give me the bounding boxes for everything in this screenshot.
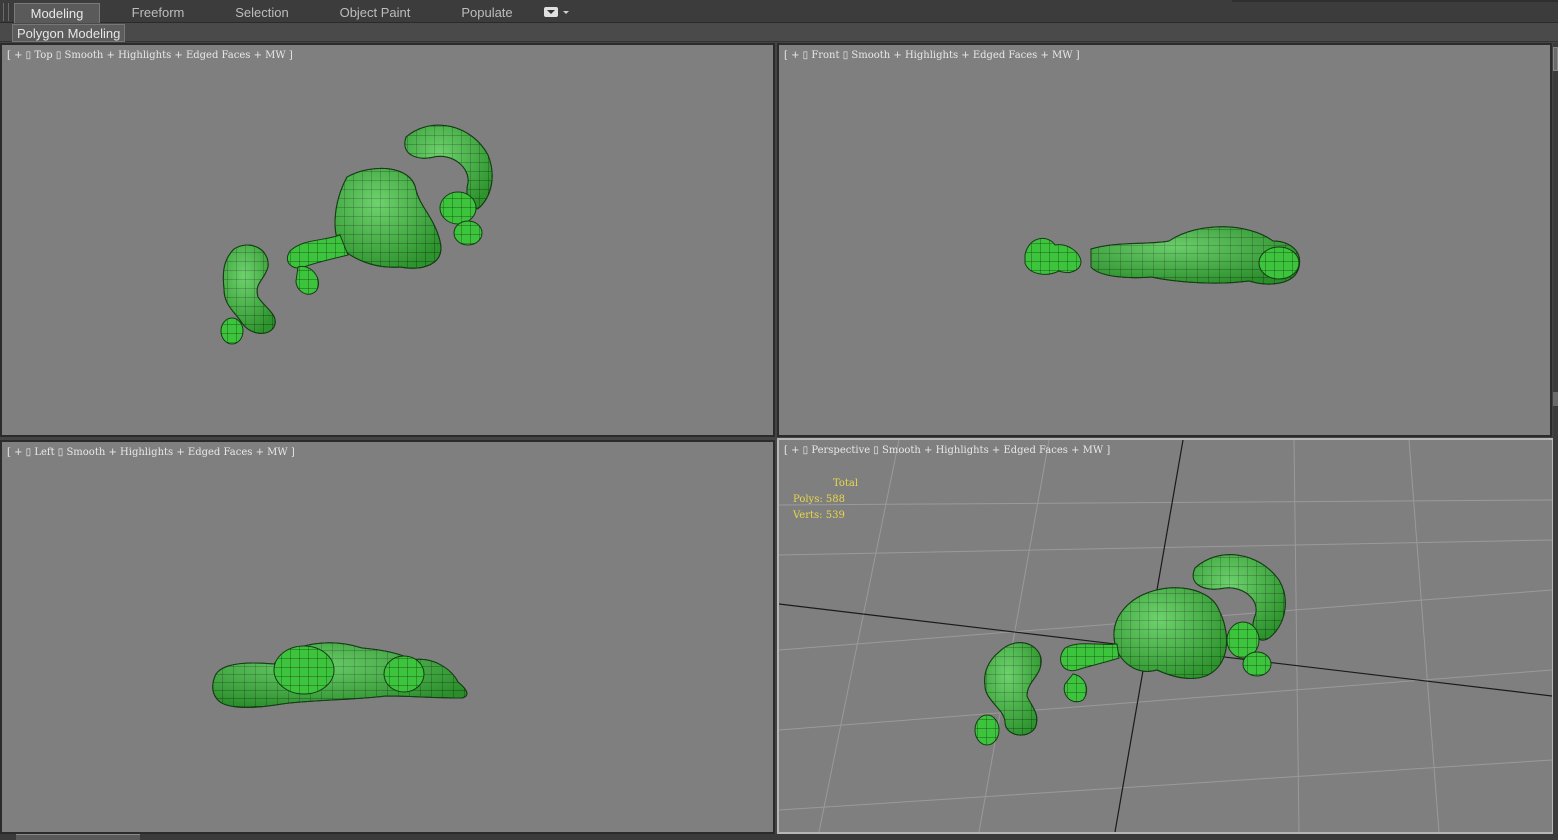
- mesh-front-view: [1024, 226, 1301, 285]
- tab-selection[interactable]: Selection: [222, 3, 302, 23]
- polys-count: 588: [825, 494, 845, 505]
- mesh-perspective: [974, 554, 1286, 746]
- ribbon-panel: Polygon Modeling: [0, 23, 1558, 42]
- tab-object-paint[interactable]: Object Paint: [330, 3, 420, 23]
- viewport-top[interactable]: [ + ▯ Top ▯ Smooth + Highlights + Edged …: [0, 43, 775, 437]
- right-edge-panel: [1553, 43, 1558, 840]
- verts-label: Verts:: [793, 510, 823, 521]
- viewport-front[interactable]: [ + ▯ Front ▯ Smooth + Highlights + Edge…: [777, 43, 1552, 437]
- mesh-left-view: [212, 642, 468, 708]
- tab-populate[interactable]: Populate: [450, 3, 524, 23]
- ribbon-tab-bar: Modeling Freeform Selection Object Paint…: [0, 0, 1558, 23]
- viewport-scroll-handle[interactable]: [1553, 47, 1558, 71]
- stats-header: Total: [833, 478, 859, 489]
- perspective-scene: [779, 440, 1552, 832]
- viewport-label-front[interactable]: [ + ▯ Front ▯ Smooth + Highlights + Edge…: [784, 50, 1080, 61]
- viewport-label-top[interactable]: [ + ▯ Top ▯ Smooth + Highlights + Edged …: [7, 50, 293, 61]
- app-window: Modeling Freeform Selection Object Paint…: [0, 0, 1558, 840]
- stats-polys: Polys: 588: [793, 492, 858, 508]
- mesh-top-view: [220, 124, 493, 345]
- dropdown-menu-icon: [544, 7, 558, 17]
- time-bar: [0, 834, 1558, 840]
- viewport-label-left[interactable]: [ + ▯ Left ▯ Smooth + Highlights + Edged…: [7, 447, 295, 458]
- time-slider[interactable]: [16, 834, 140, 840]
- verts-count: 539: [825, 510, 845, 521]
- viewport-label-perspective[interactable]: [ + ▯ Perspective ▯ Smooth + Highlights …: [784, 445, 1110, 456]
- ribbon-grip-handle[interactable]: [3, 3, 9, 21]
- polys-label: Polys:: [793, 494, 823, 505]
- viewport-perspective[interactable]: [ + ▯ Perspective ▯ Smooth + Highlights …: [777, 438, 1554, 834]
- stats-verts: Verts: 539: [793, 508, 858, 524]
- tab-freeform[interactable]: Freeform: [118, 3, 198, 23]
- chevron-down-icon: [563, 11, 569, 14]
- viewport-scroll-handle-lower[interactable]: [1553, 392, 1558, 406]
- title-divider: [1232, 0, 1558, 2]
- panel-polygon-modeling[interactable]: Polygon Modeling: [12, 24, 126, 42]
- viewport-left[interactable]: [ + ▯ Left ▯ Smooth + Highlights + Edged…: [0, 440, 775, 834]
- tab-modeling[interactable]: Modeling: [14, 3, 100, 23]
- poly-stats-overlay: Total Polys: 588 Verts: 539: [793, 476, 858, 524]
- ribbon-options-dropdown[interactable]: [544, 7, 570, 19]
